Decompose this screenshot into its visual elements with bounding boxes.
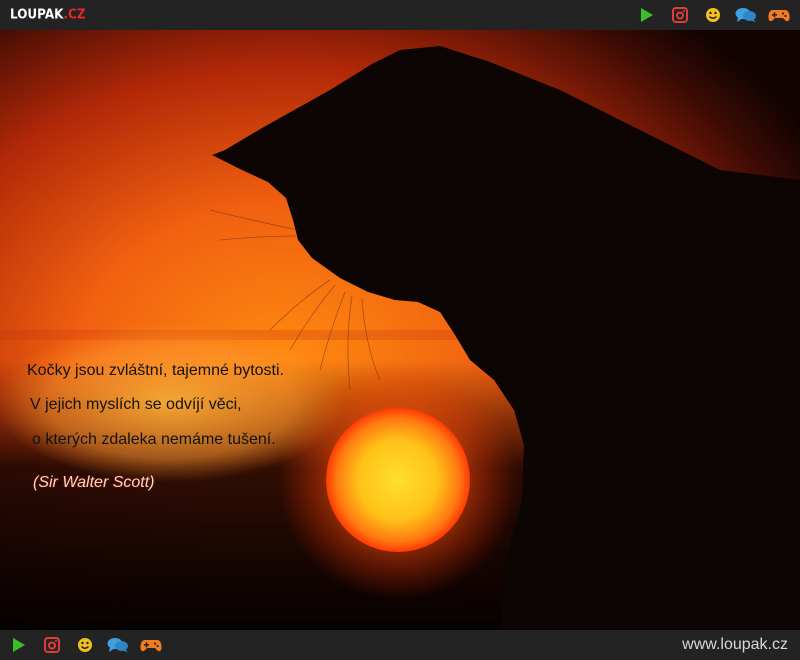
play-icon[interactable] xyxy=(636,5,658,25)
chat-icon[interactable] xyxy=(107,635,129,655)
top-icon-bar xyxy=(625,5,790,25)
quote-block: Kočky jsou zvláštní, tajemné bytosti. V … xyxy=(0,30,800,630)
gamepad-icon[interactable] xyxy=(140,635,162,655)
quote-line: V jejich myslích se odvíjí věci, xyxy=(30,396,242,413)
smiley-icon[interactable] xyxy=(74,635,96,655)
quote-author: (Sir Walter Scott) xyxy=(33,474,155,491)
bottom-icon-bar xyxy=(8,635,162,655)
site-logo[interactable]: LOUPAK.CZ xyxy=(10,6,86,21)
logo-suffix: .CZ xyxy=(63,6,86,22)
gamepad-icon[interactable] xyxy=(768,5,790,25)
smiley-icon[interactable] xyxy=(702,5,724,25)
quote-line: Kočky jsou zvláštní, tajemné bytosti. xyxy=(27,362,284,379)
quote-line: o kterých zdaleka nemáme tušení. xyxy=(32,431,276,448)
bottom-bar: www.loupak.cz xyxy=(0,630,800,660)
site-url[interactable]: www.loupak.cz xyxy=(682,636,788,654)
chat-icon[interactable] xyxy=(735,5,757,25)
instagram-icon[interactable] xyxy=(41,635,63,655)
top-bar: LOUPAK.CZ xyxy=(0,0,800,30)
logo-text: LOUPAK xyxy=(10,6,64,22)
play-icon[interactable] xyxy=(8,635,30,655)
instagram-icon[interactable] xyxy=(669,5,691,25)
cat-sunset-photo: Kočky jsou zvláštní, tajemné bytosti. V … xyxy=(0,30,800,630)
